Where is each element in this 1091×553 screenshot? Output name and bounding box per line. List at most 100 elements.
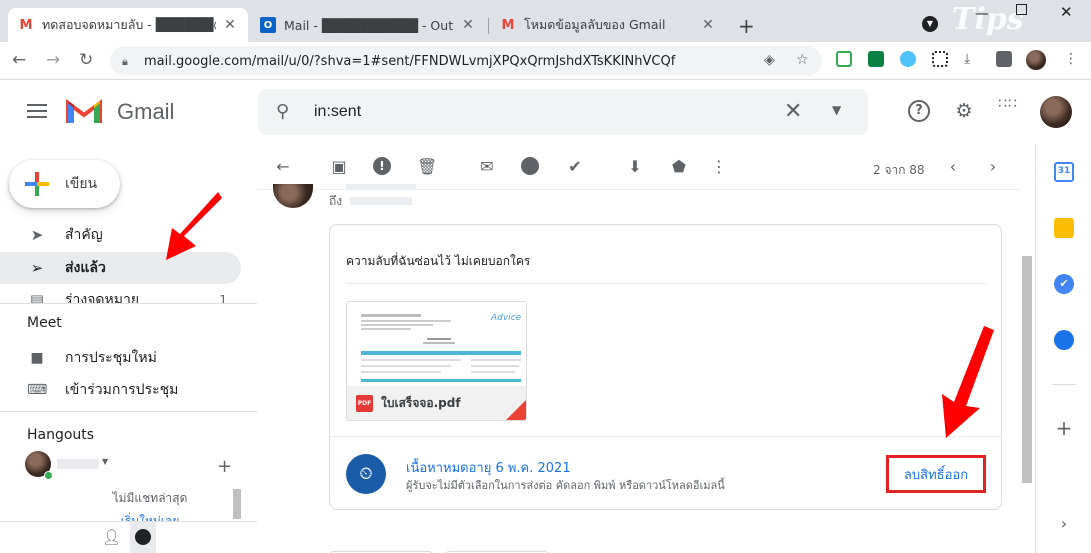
compose-label: เขียน [65,176,98,192]
attachment-filename: ใบเสร็จจอ.pdf [381,395,461,410]
browser-tab-gmail-help[interactable]: M โหมดข้อมูลลับของ Gmail ✕ [490,8,726,42]
sidebar-scrollbar[interactable] [233,489,241,519]
extension-cloud-icon[interactable] [900,51,916,67]
forward-icon[interactable]: → [46,50,60,70]
message-body: ความลับที่ฉันซ่อนไว้ ไม่เคยบอกใคร [346,254,531,268]
label-important-icon: ➤ [30,226,44,244]
new-tab-button[interactable]: + [738,14,755,38]
side-panel: 31 ✔ + › [1035,144,1091,553]
search-options-icon[interactable]: ▼ [832,103,841,117]
browser-tab-strip: M ทดสอบจดหมายลับ - ██████@gm ✕ O Mail - … [0,0,1091,42]
account-avatar[interactable] [1040,96,1072,128]
tasks-icon[interactable]: ✔ [1054,274,1074,294]
extension-book-icon[interactable] [868,51,884,67]
extension-edit-icon[interactable] [836,51,852,67]
hangouts-quote-icon[interactable] [130,522,156,553]
add-hangout-icon[interactable]: + [217,456,232,477]
extension-qr-icon[interactable] [932,51,948,67]
pdf-attachment[interactable]: Advice PDF ใบเสร็จจอ.pdf [346,301,527,421]
bookmark-star-icon[interactable]: ☆ [796,52,809,68]
redacted-recipient [349,197,412,205]
keep-icon[interactable] [1054,218,1074,238]
meet-new-meeting[interactable]: ■ การประชุมใหม่ [27,347,157,369]
apps-grid-icon[interactable]: ∷∷ [996,97,1020,124]
label-tag-icon[interactable]: ⬟ [669,157,689,177]
meet-join-meeting[interactable]: ⌨ เข้าร่วมการประชุม [27,379,178,401]
nav-label: สำคัญ [65,227,103,243]
hangouts-section-title: Hangouts [27,427,95,443]
annotation-arrow-right [942,326,994,438]
tab-title: โหมดข้อมูลลับของ Gmail [524,17,666,32]
mark-unread-icon[interactable]: ✉ [477,157,497,177]
more-options-icon[interactable]: ⋮ [709,157,729,177]
browser-toolbar: ← → ↻ 🔒︎ mail.google.com/mail/u/0/?shva=… [0,42,1091,80]
settings-gear-icon[interactable]: ⚙ [952,100,976,124]
back-icon[interactable]: ← [12,50,26,70]
address-bar[interactable]: 🔒︎ mail.google.com/mail/u/0/?shva=1#sent… [110,46,822,76]
snooze-clock-icon[interactable] [521,157,539,175]
card-divider [330,436,1001,437]
attachment-preview: Advice [347,302,526,386]
next-message-icon[interactable]: › [983,157,1003,177]
minimize-icon[interactable]: — [975,6,989,22]
report-spam-icon[interactable]: ! [373,157,391,175]
reload-icon[interactable]: ↻ [79,50,93,70]
extension-download-icon[interactable]: ⤓ [964,51,980,67]
confidential-message-card: ความลับที่ฉันซ่อนไว้ ไม่เคยบอกใคร Advice [329,224,1002,510]
to-prefix: ถึง [329,194,343,208]
sender-avatar[interactable] [273,184,313,208]
doc-brand-text: Advice [491,313,522,323]
chevron-down-icon: ▼ [102,457,109,466]
close-tab-icon[interactable]: ✕ [700,17,716,33]
search-bar: ⚲ ✕ ▼ [258,89,868,135]
close-tab-icon[interactable]: ✕ [222,17,238,33]
extensions-puzzle-icon[interactable] [996,51,1012,67]
gmail-header: Gmail ⚲ ✕ ▼ ? ⚙ ∷∷ [0,81,1091,144]
archive-icon[interactable]: ▣ [329,157,349,177]
gmail-icon: M [19,17,33,33]
password-key-icon[interactable]: ◈ [764,52,775,68]
calendar-icon[interactable]: 31 [1054,162,1074,182]
gmail-logo-icon[interactable] [66,97,102,125]
browser-tab-outlook[interactable]: O Mail - ██████████ - Outlook ✕ [250,8,486,42]
redacted-name [57,459,99,469]
meet-section-title: Meet [27,315,62,331]
recipient-line[interactable]: ถึง [329,192,412,211]
tab-separator [488,18,489,34]
search-input[interactable] [314,100,774,124]
browser-tab-gmail-confidential[interactable]: M ทดสอบจดหมายลับ - ██████@gm ✕ [8,8,248,42]
back-to-list-icon[interactable]: ← [273,157,293,177]
main-menu-icon[interactable] [27,104,47,118]
search-icon[interactable]: ⚲ [276,101,289,122]
lock-icon[interactable]: 🔒︎ [122,55,134,68]
help-icon[interactable]: ? [908,100,930,122]
previous-message-icon[interactable]: ‹ [943,157,963,177]
outlook-icon: O [260,17,276,33]
maximize-icon[interactable] [1016,4,1027,15]
browser-menu-icon[interactable]: ⋮ [1064,51,1080,67]
close-tab-icon[interactable]: ✕ [460,17,476,33]
contacts-icon[interactable] [1054,330,1074,350]
meet-new-meeting-label: การประชุมใหม่ [65,350,157,366]
add-addon-icon[interactable]: + [1054,418,1074,438]
attachment-footer: PDF ใบเสร็จจอ.pdf [347,386,526,420]
delete-icon[interactable]: 🗑︎ [417,157,437,177]
tab-search-icon[interactable]: ▼ [922,16,938,32]
contacts-person-icon[interactable]: 👤︎ [102,528,121,546]
browser-profile-avatar[interactable] [1026,50,1046,70]
gmail-brand-text: Gmail [117,99,175,124]
attachment-corner-fold [506,400,526,420]
annotation-arrow-left [166,192,222,260]
close-window-icon[interactable]: ✕ [1060,3,1073,21]
compose-button[interactable]: เขียน [9,160,120,208]
add-task-icon[interactable]: ✔ [565,157,585,177]
reply-buttons-edge [329,548,561,553]
expand-panel-icon[interactable]: › [1054,514,1074,534]
clear-search-icon[interactable]: ✕ [784,99,802,124]
tab-title: ทดสอบจดหมายลับ - ██████@gm [42,17,216,32]
card-divider [346,283,986,284]
move-to-icon[interactable]: ⬇ [625,157,645,177]
sidebar-divider [0,411,257,412]
remove-access-button[interactable]: ลบสิทธิ์ออก [886,455,986,493]
message-scrollbar[interactable] [1022,256,1032,483]
